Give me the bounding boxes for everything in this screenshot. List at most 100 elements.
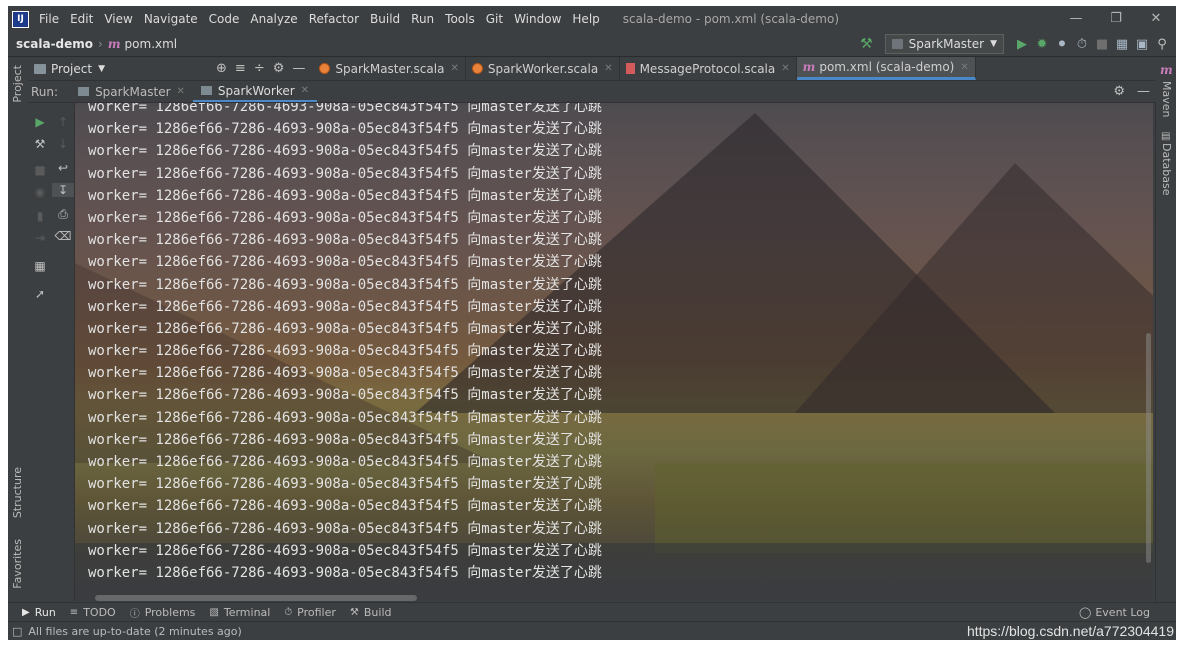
menu-bar: IJ File Edit View Navigate Code Analyze … [8,6,1176,32]
run-configuration-select[interactable]: SparkMaster ▼ [884,34,1004,54]
menu-tools[interactable]: Tools [445,12,475,26]
wrench-icon[interactable]: ⚒ [28,137,52,151]
maven-file-icon: m [802,60,816,74]
gear-icon[interactable]: ⚙ [1113,84,1125,99]
stop-icon[interactable]: ■ [28,163,52,177]
close-tab-icon[interactable]: ✕ [960,62,968,73]
tab-label: MessageProtocol.scala [639,61,776,76]
stop-icon[interactable]: ■ [1092,37,1112,52]
tool-window-favorites[interactable]: Favorites [11,539,24,589]
project-view-selector[interactable]: Project ▼ [28,62,216,76]
pause-icon[interactable]: ▮ [28,209,52,223]
menu-file[interactable]: File [39,12,59,26]
run-tool-window-header: Run: SparkMaster ✕ SparkWorker ✕ ⚙ — [28,81,1156,103]
pin-icon[interactable]: ➚ [28,287,52,301]
horizontal-scrollbar[interactable] [75,595,1153,601]
up-arrow-icon[interactable]: ↑ [52,115,74,129]
horizontal-scrollbar-thumb[interactable] [95,595,417,601]
tool-window-project[interactable]: Project [11,65,24,103]
menu-edit[interactable]: Edit [70,12,93,26]
breadcrumb-file[interactable]: pom.xml [125,37,178,51]
layout-icon[interactable]: ▣ [1132,37,1152,52]
down-arrow-icon[interactable]: ↓ [52,137,74,151]
console-line: worker= 1286ef66-7286-4693-908a-05ec843f… [88,365,602,382]
menu-analyze[interactable]: Analyze [250,12,297,26]
status-window-icon[interactable]: □ [12,625,22,638]
bottom-tool-build[interactable]: ⚒ Build [350,606,392,619]
tool-window-maven[interactable]: Maven [1160,81,1173,117]
camera-icon[interactable]: ◉ [28,185,52,199]
run-icon[interactable]: ▶ [1012,37,1032,52]
tool-window-database[interactable]: Database [1160,143,1173,196]
project-structure-icon[interactable]: ▦ [1112,37,1132,52]
bottom-tool-problems[interactable]: ⓘ Problems [130,605,196,620]
coverage-icon[interactable]: ⚫ [1052,37,1072,52]
tab-pom-xml[interactable]: m pom.xml (scala-demo) ✕ [796,57,976,80]
intellij-logo-icon[interactable]: IJ [12,10,29,28]
rerun-icon[interactable]: ▶ [28,115,52,129]
bottom-tool-terminal[interactable]: ▧ Terminal [209,606,270,619]
bottom-tool-label: Problems [144,606,196,619]
tab-label: pom.xml (scala-demo) [819,60,955,74]
close-icon[interactable]: ✕ [1136,6,1176,32]
debug-icon[interactable]: ✹ [1032,37,1052,52]
menu-refactor[interactable]: Refactor [309,12,359,26]
menu-window[interactable]: Window [514,12,561,26]
run-tab-sparkworker[interactable]: SparkWorker ✕ [192,81,318,102]
menu-build[interactable]: Build [370,12,400,26]
locate-icon[interactable]: ⊕ [216,61,227,76]
bottom-tool-profiler[interactable]: ⏱ Profiler [284,606,336,619]
menu-code[interactable]: Code [209,12,240,26]
collapse-all-icon[interactable]: ≡ [235,61,246,76]
close-tab-icon[interactable]: ✕ [301,85,309,96]
menu-navigate[interactable]: Navigate [144,12,198,26]
wallpaper-mountain [795,163,1153,413]
run-tab-label: SparkWorker [217,83,295,98]
project-view-label: Project [51,61,93,76]
console-line: worker= 1286ef66-7286-4693-908a-05ec843f… [88,431,602,448]
close-tab-icon[interactable]: ✕ [604,63,612,74]
bottom-tool-todo[interactable]: ≡ TODO [70,606,116,619]
close-tab-icon[interactable]: ✕ [177,86,185,97]
minimize-icon[interactable]: — [1056,6,1096,32]
build-hammer-icon[interactable]: ⚒ [860,36,873,52]
print-icon[interactable]: ⎙ [52,207,74,222]
console-line: worker= 1286ef66-7286-4693-908a-05ec843f… [88,121,602,138]
layout-icon[interactable]: ▦ [28,259,52,273]
tool-window-structure[interactable]: Structure [11,467,24,518]
trash-icon[interactable]: ⌫ [52,229,74,243]
scroll-to-end-icon[interactable]: ↧ [52,183,74,197]
exit-icon[interactable]: ⇥ [28,231,52,245]
hide-icon[interactable]: — [292,61,305,76]
bottom-tool-stripe: ▶ Run ≡ TODO ⓘ Problems ▧ Terminal ⏱ Pro… [8,602,1176,622]
expand-all-icon[interactable]: ÷ [254,61,265,76]
breadcrumb-project[interactable]: scala-demo [16,37,93,51]
console-line: worker= 1286ef66-7286-4693-908a-05ec843f… [88,498,602,515]
status-bar: □ All files are up-to-date (2 minutes ag… [8,621,1176,640]
menu-run[interactable]: Run [411,12,434,26]
vertical-scrollbar[interactable] [1143,103,1153,601]
menu-help[interactable]: Help [572,12,599,26]
soft-wrap-icon[interactable]: ↩ [52,161,74,175]
profile-icon[interactable]: ⏱ [1072,37,1092,52]
search-icon[interactable]: ⚲ [1152,37,1172,52]
bottom-tool-label: TODO [83,606,116,619]
hide-icon[interactable]: — [1137,84,1150,99]
event-log-button[interactable]: ◯ Event Log [1079,603,1150,622]
tab-sparkmaster-scala[interactable]: SparkMaster.scala ✕ [313,57,466,80]
console-line: worker= 1286ef66-7286-4693-908a-05ec843f… [88,232,602,249]
close-tab-icon[interactable]: ✕ [450,63,458,74]
tab-sparkworker-scala[interactable]: SparkWorker.scala ✕ [466,57,620,80]
run-tab-sparkmaster[interactable]: SparkMaster ✕ [70,81,193,102]
console-output[interactable]: worker= 1286ef66-7286-4693-908a-05ec843f… [75,103,1153,601]
bottom-tool-run[interactable]: ▶ Run [22,606,56,619]
vertical-scrollbar-thumb[interactable] [1146,333,1151,563]
console-icon [78,87,90,96]
close-tab-icon[interactable]: ✕ [781,63,789,74]
restore-icon[interactable]: ❐ [1096,6,1136,32]
menu-git[interactable]: Git [486,12,503,26]
menu-view[interactable]: View [104,12,132,26]
gear-icon[interactable]: ⚙ [273,61,285,76]
list-icon: ≡ [69,607,79,618]
tab-messageprotocol-scala[interactable]: MessageProtocol.scala ✕ [620,57,797,80]
